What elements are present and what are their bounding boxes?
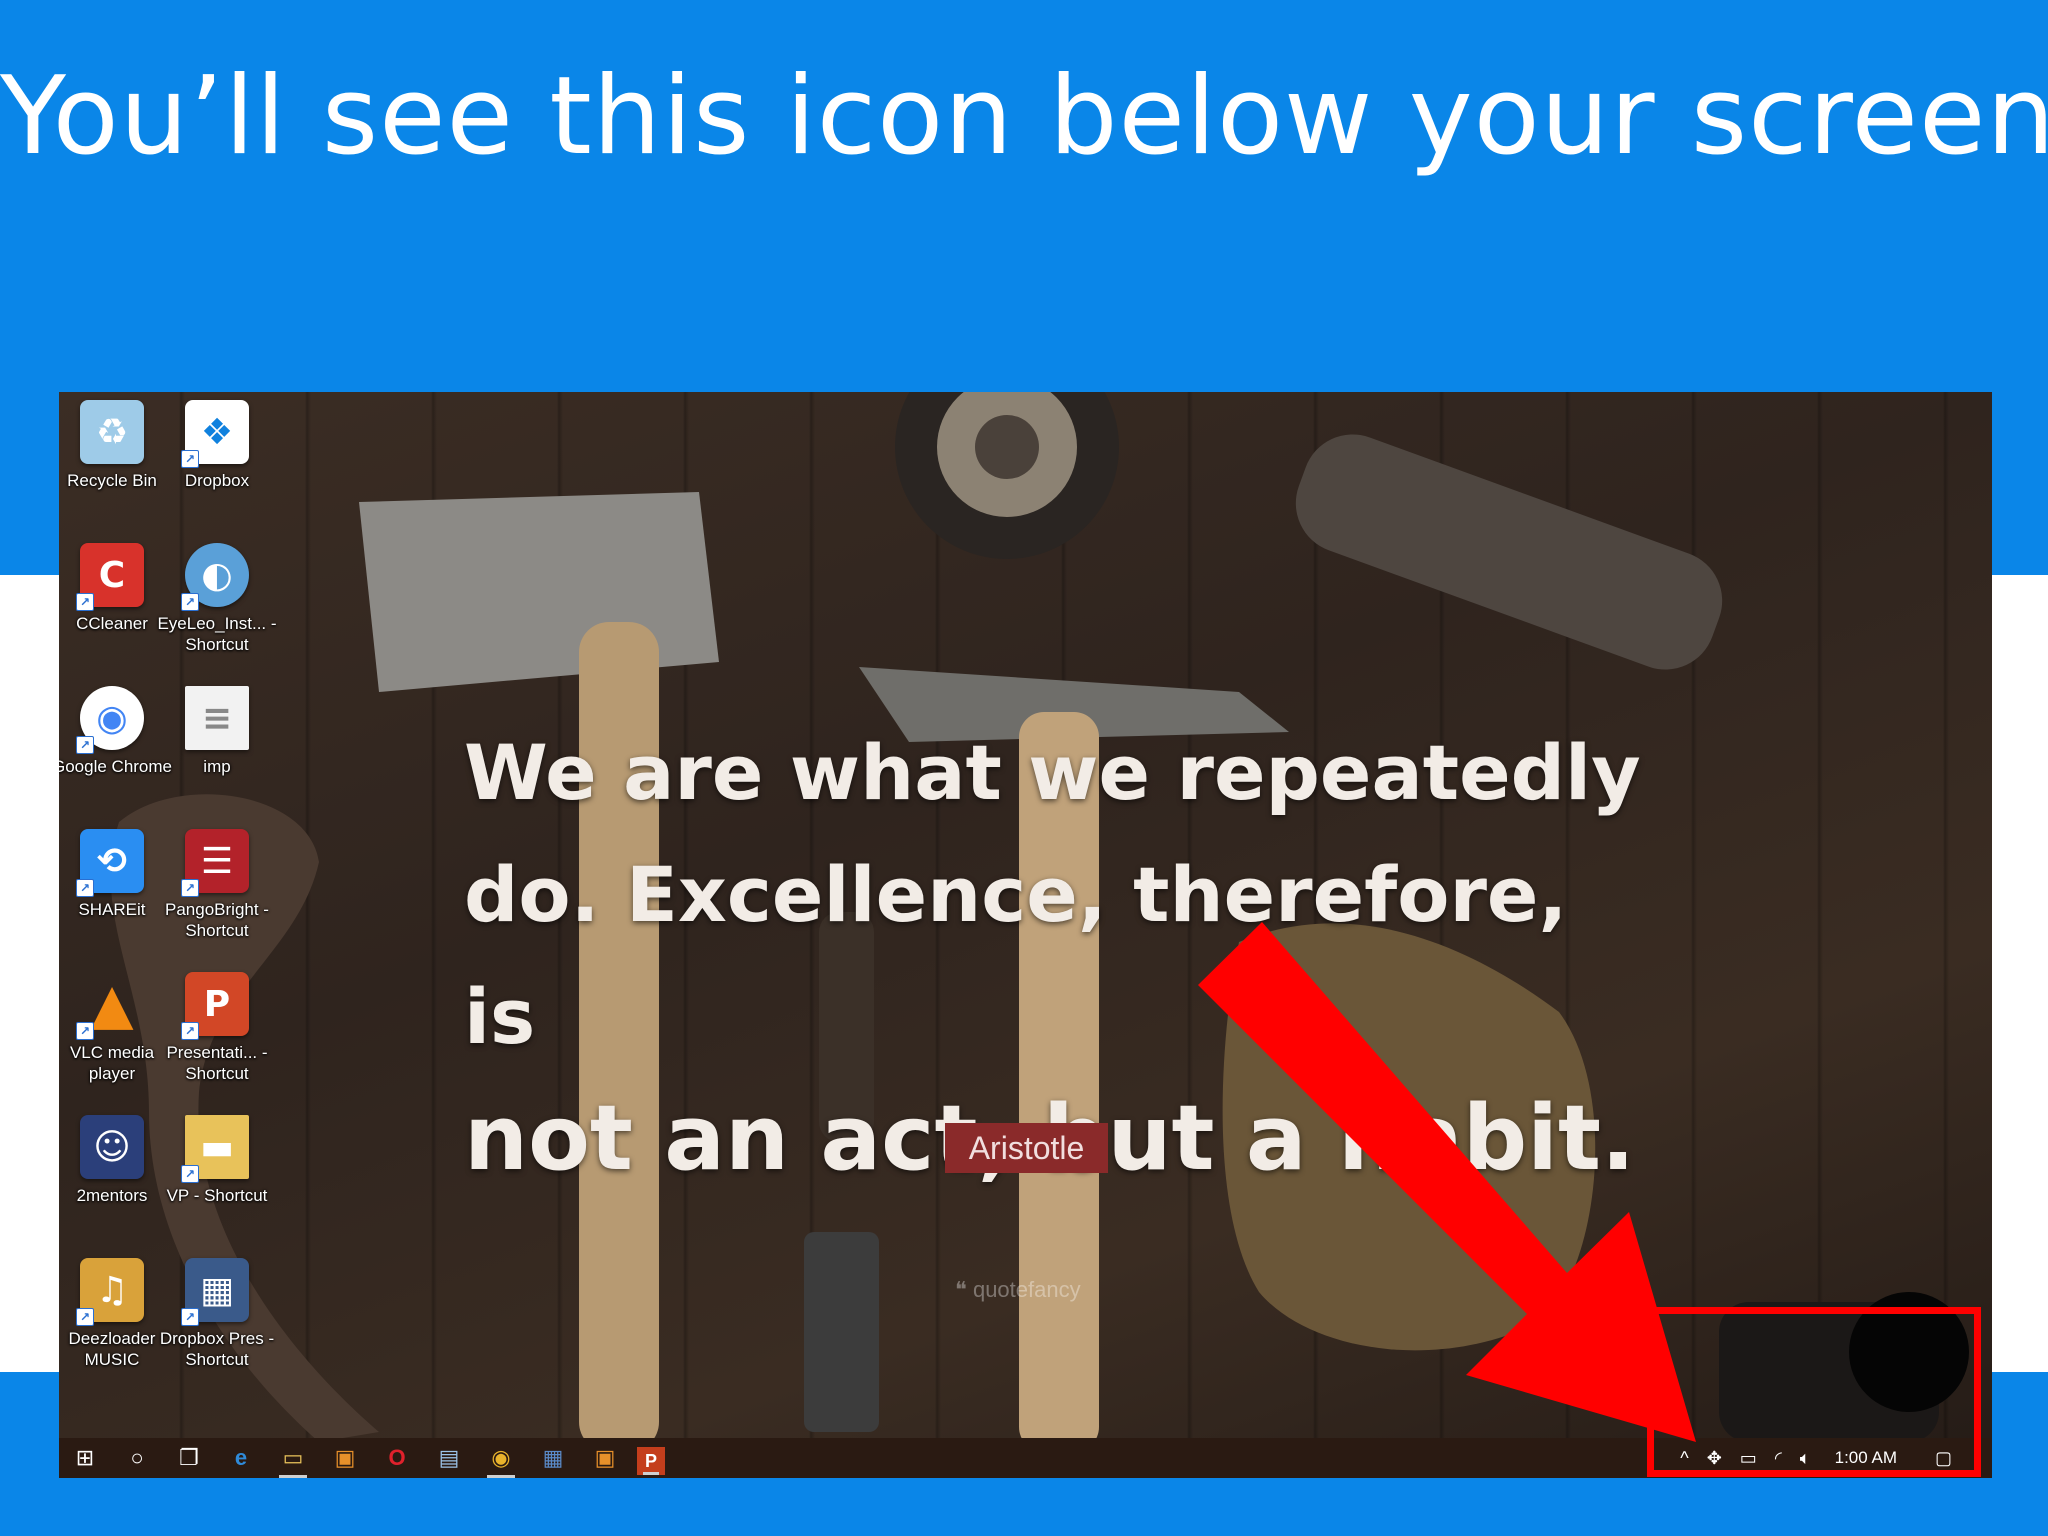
pangobright-icon: ☰ ↗	[181, 829, 249, 897]
quote-line-2: do. Excellence, therefore, is	[464, 850, 1568, 1061]
file-explorer-icon[interactable]: ▭	[273, 1438, 313, 1478]
monitor-app-icon[interactable]: ▦	[533, 1438, 573, 1478]
desktop-icon-shareit[interactable]: ⟲ ↗ SHAREit	[59, 829, 165, 959]
slide: You’ll see this icon below your screen ♻…	[0, 0, 2048, 1536]
powerpoint-taskbar-icon[interactable]: P	[637, 1447, 665, 1475]
quote-line-1: We are what we repeatedly	[464, 728, 1641, 817]
deezloader-icon: ♫ ↗	[76, 1258, 144, 1326]
chrome-icon: ◉ ↗	[76, 686, 144, 754]
quote-author: Aristotle	[945, 1123, 1108, 1173]
desktop-icon-pangobright[interactable]: ☰ ↗ PangoBright - Shortcut	[164, 829, 270, 959]
eyeleo-icon: ◐ ↗	[181, 543, 249, 611]
text-file-icon: ≡	[185, 686, 249, 750]
notepad-icon[interactable]: ▤	[429, 1438, 469, 1478]
cortana-search-icon[interactable]: ○	[117, 1438, 157, 1478]
chrome-taskbar-icon[interactable]: ◉	[481, 1438, 521, 1478]
highlight-box	[1647, 1307, 1981, 1477]
ccleaner-icon: C ↗	[76, 543, 144, 611]
desktop-icons: ♻ Recycle Bin ❖ ↗ Dropbox C ↗ CCleaner ◐ ↗ …	[59, 392, 289, 1432]
desktop-icon-dropbox[interactable]: ❖ ↗ Dropbox	[164, 400, 270, 530]
desktop-icon-deezloader[interactable]: ♫ ↗ Deezloader MUSIC	[59, 1258, 165, 1388]
windows-start-icon[interactable]: ⊞	[65, 1438, 105, 1478]
desktop-icon-google-chrome[interactable]: ◉ ↗ Google Chrome	[59, 686, 172, 816]
desktop-icon-presentation[interactable]: P ↗ Presentati... - Shortcut	[164, 972, 270, 1102]
desktop-icon-vp[interactable]: ▬ ↗ VP - Shortcut	[164, 1115, 270, 1245]
desktop-icon-2mentors[interactable]: ☺ 2mentors	[59, 1115, 165, 1245]
image-file-icon: ☺	[80, 1115, 144, 1179]
folder-icon: ▬ ↗	[181, 1115, 249, 1183]
powerpoint-file-icon: P ↗	[181, 972, 249, 1040]
task-view-icon[interactable]: ❐	[169, 1438, 209, 1478]
slide-title: You’ll see this icon below your screen	[0, 54, 2048, 179]
shareit-icon: ⟲ ↗	[76, 829, 144, 897]
store-icon[interactable]: ▣	[325, 1438, 365, 1478]
opera-browser-icon[interactable]: O	[377, 1438, 417, 1478]
presentation-file-icon: ▦ ↗	[181, 1258, 249, 1326]
desktop-icon-recycle-bin[interactable]: ♻ Recycle Bin	[59, 400, 165, 530]
watermark: ❝ quotefancy	[955, 1277, 1081, 1302]
edge-browser-icon[interactable]: e	[221, 1438, 261, 1478]
recycle-bin-icon: ♻	[80, 400, 144, 464]
desktop-icon-dropbox-pres[interactable]: ▦ ↗ Dropbox Pres - Shortcut	[160, 1258, 274, 1388]
desktop-icon-imp[interactable]: ≡ imp	[164, 686, 270, 816]
desktop-icon-ccleaner[interactable]: C ↗ CCleaner	[59, 543, 165, 673]
desktop-icon-vlc[interactable]: ▲ ↗ VLC media player	[59, 972, 165, 1102]
vlc-icon: ▲ ↗	[76, 972, 144, 1040]
dropbox-icon: ❖ ↗	[181, 400, 249, 468]
desktop-icon-eyeleo[interactable]: ◐ ↗ EyeLeo_Inst... - Shortcut	[157, 543, 277, 673]
orange-app-icon[interactable]: ▣	[585, 1438, 625, 1478]
